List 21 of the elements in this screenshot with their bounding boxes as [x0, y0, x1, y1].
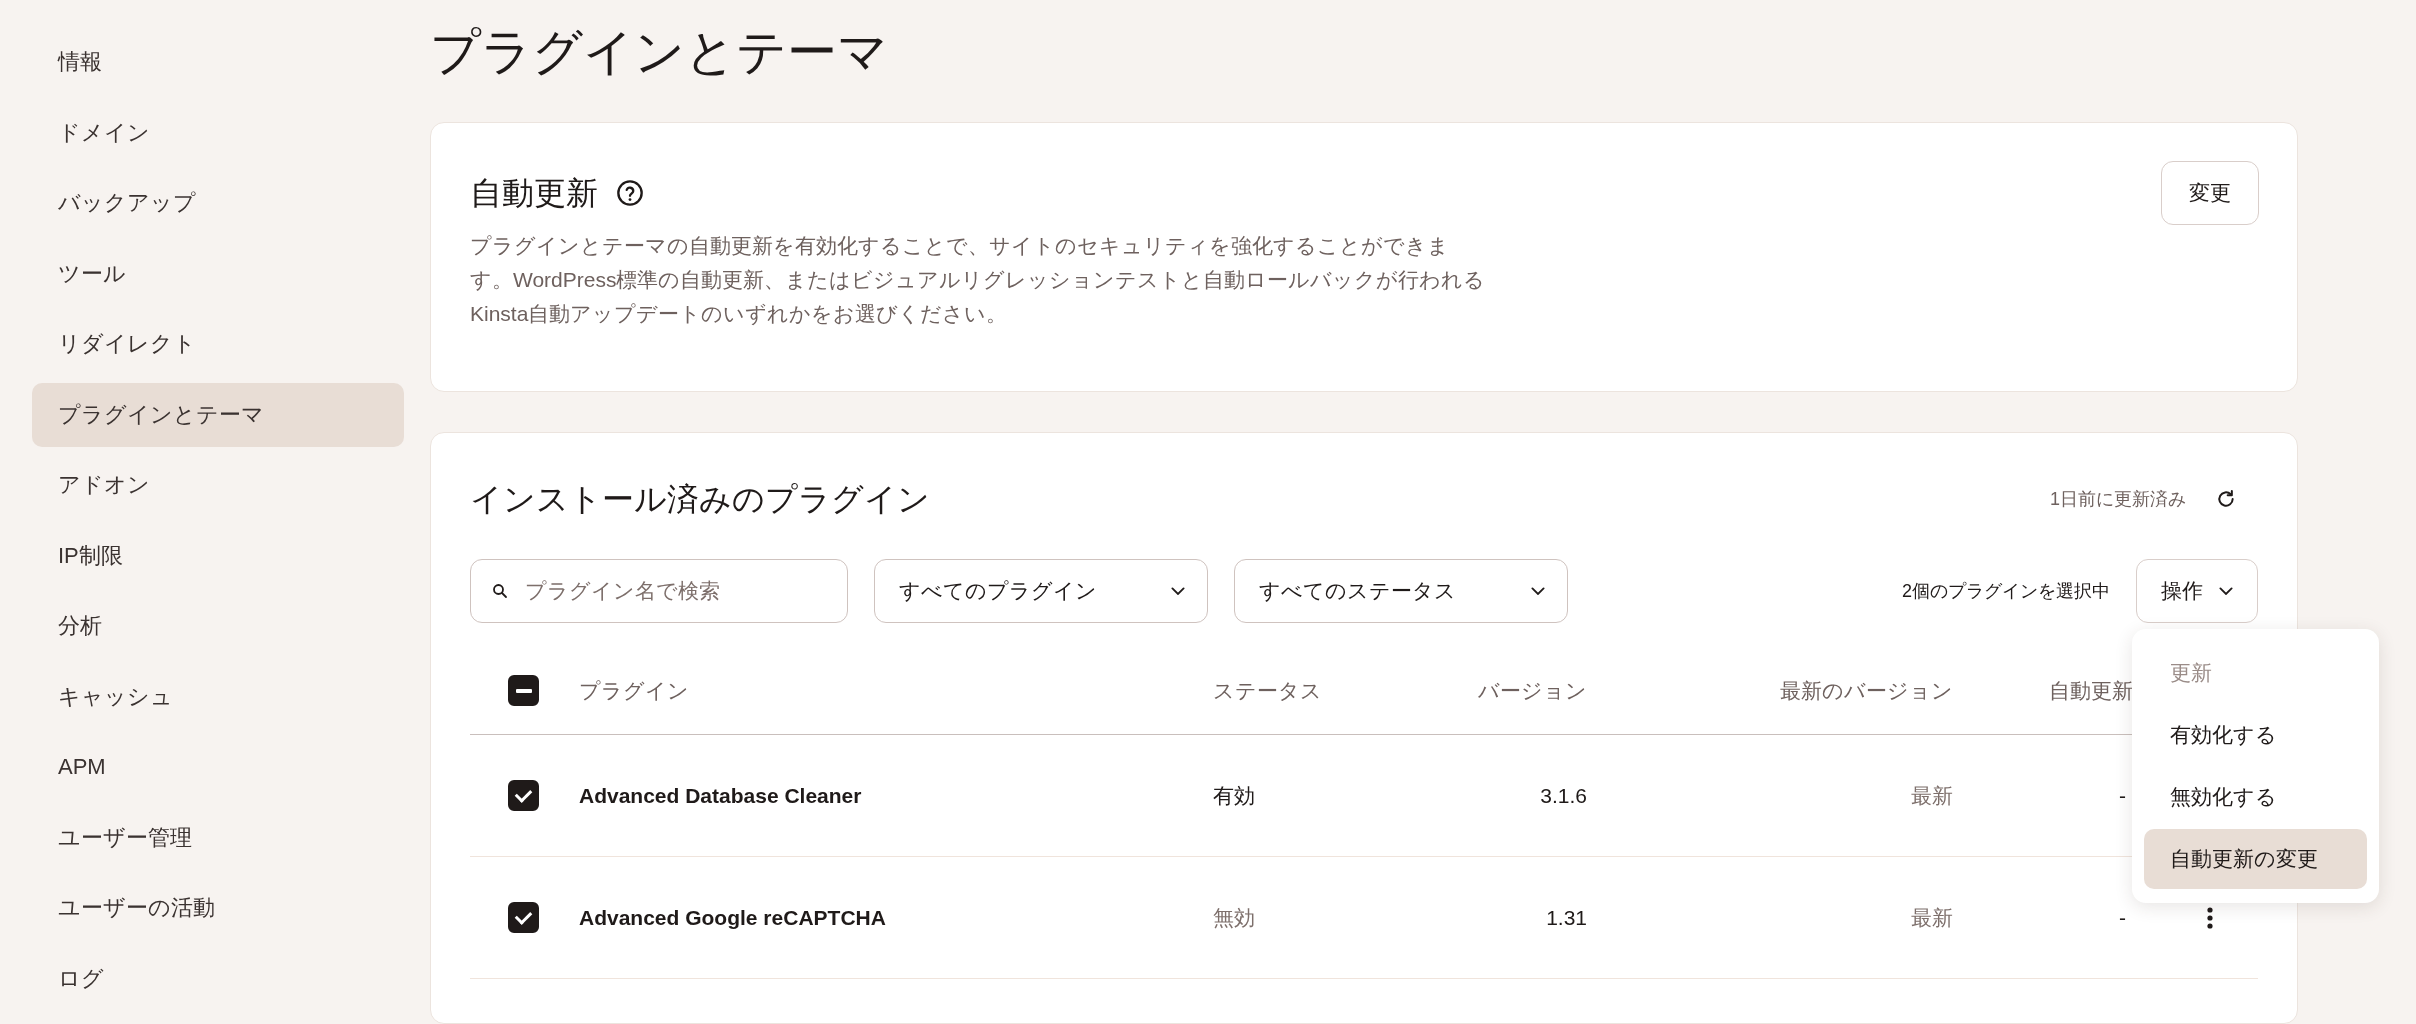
plugin-name: Advanced Google reCAPTCHA [579, 905, 887, 930]
auto-update-cell-text: - [2118, 905, 2127, 930]
latest-version-cell-text: 最新 [1910, 904, 1953, 931]
card-title: インストール済みのプラグイン [470, 480, 930, 519]
version-cell-text: 1.31 [1545, 905, 1587, 930]
column-header: プラグイン [579, 677, 690, 704]
version-cell-text: 3.1.6 [1539, 783, 1587, 808]
column-header: 最新のバージョン [1779, 677, 1953, 704]
latest-version-cell-text: 最新 [1910, 782, 1953, 809]
column-header: バージョン [1477, 677, 1587, 704]
plugin-name: Advanced Database Cleaner [579, 783, 863, 808]
page-title: プラグインとテーマ [430, 23, 889, 82]
column-header: 自動更新 [2048, 677, 2134, 704]
status-cell-text: 有効 [1213, 782, 1256, 809]
card-title: 自動更新 [470, 174, 598, 213]
status-cell-text: 無効 [1213, 904, 1256, 931]
updated-text: 1日前に更新済み [2050, 488, 2186, 511]
description-text: プラグインとテーマの自動更新を有効化することで、サイトのセキュリティを強化することができます。WordPress標準の自動更新、またはビジュアルリグレッションテストと自動ロールバックが行われるKinsta自動アップデートのいずれかをお選びください。 [470, 233, 1487, 327]
auto-update-cell-text: - [2118, 783, 2127, 808]
selection-count: 2個のプラグインを選択中 [1902, 580, 2110, 603]
column-header: ステータス [1213, 677, 1323, 704]
